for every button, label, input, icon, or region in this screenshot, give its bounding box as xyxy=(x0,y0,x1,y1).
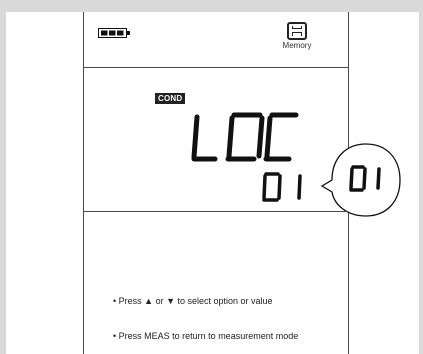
sub-readout xyxy=(262,172,302,202)
battery-icon xyxy=(98,28,130,38)
memory-label: Memory xyxy=(282,41,312,50)
memory-indicator: Memory xyxy=(276,22,318,50)
meter-screen: Memory COND • Press ▲ or ▼ to select opt… xyxy=(6,12,419,354)
top-divider xyxy=(84,67,348,68)
main-readout xyxy=(191,112,299,162)
left-border-line xyxy=(83,12,84,354)
callout-zoom xyxy=(320,143,401,217)
memory-icon xyxy=(287,22,307,40)
mode-badge: COND xyxy=(155,93,186,104)
instruction-select: • Press ▲ or ▼ to select option or value xyxy=(113,296,273,306)
instruction-return: • Press MEAS to return to measurement mo… xyxy=(113,331,299,341)
bottom-divider xyxy=(84,211,348,212)
